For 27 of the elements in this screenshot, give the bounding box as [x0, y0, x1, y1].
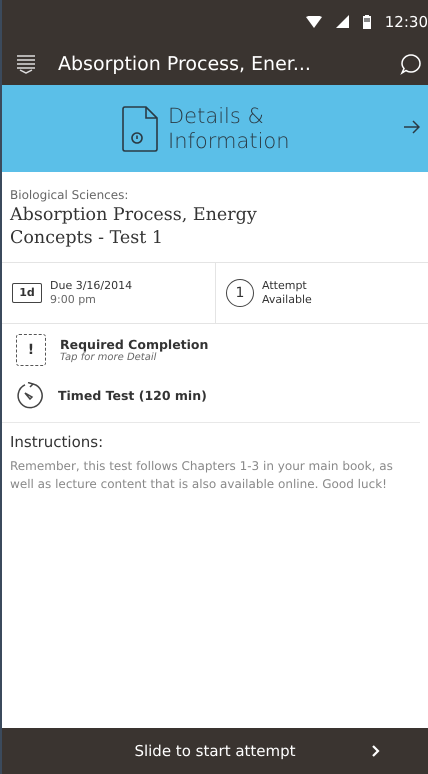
menu-icon[interactable]	[16, 54, 36, 74]
calendar-icon: 1d	[12, 282, 42, 302]
due-time: 9:00 pm	[50, 292, 97, 306]
wifi-icon	[306, 16, 322, 28]
requirement-title[interactable]: Required Completion	[60, 336, 208, 352]
details-banner[interactable]: Details & Information	[2, 85, 428, 172]
document-info-icon	[122, 106, 158, 152]
instructions-heading: Instructions:	[10, 432, 104, 450]
chevron-right-icon	[372, 745, 380, 757]
requirement-hint: Tap for more Detail	[60, 352, 156, 362]
timer-icon	[16, 382, 44, 410]
status-time: 12:30	[384, 12, 428, 30]
signal-icon	[336, 15, 349, 28]
app-title: Absorption Process, Ener...	[58, 53, 312, 75]
attempt-count: 1	[226, 278, 254, 306]
battery-icon	[362, 14, 371, 28]
test-title: Absorption Process, Energy Concepts - Test 1	[10, 204, 258, 250]
slide-to-start-button[interactable]: Slide to start attempt	[2, 728, 428, 774]
attempt-label: Attempt Available	[262, 278, 313, 306]
course-name: Biological Sciences:	[10, 188, 130, 202]
banner-title: Details & Information	[168, 104, 291, 153]
due-date: Due 3/16/2014	[50, 278, 132, 292]
timed-test-label: Timed Test (120 min)	[58, 388, 207, 403]
chat-icon[interactable]	[400, 53, 422, 75]
instructions-text: Remember, this test follows Chapters 1-3 in your main book, as well as lecture content that is also available online. Good luck!	[10, 458, 394, 494]
required-icon: !	[16, 334, 46, 366]
arrow-right-icon	[404, 120, 420, 134]
